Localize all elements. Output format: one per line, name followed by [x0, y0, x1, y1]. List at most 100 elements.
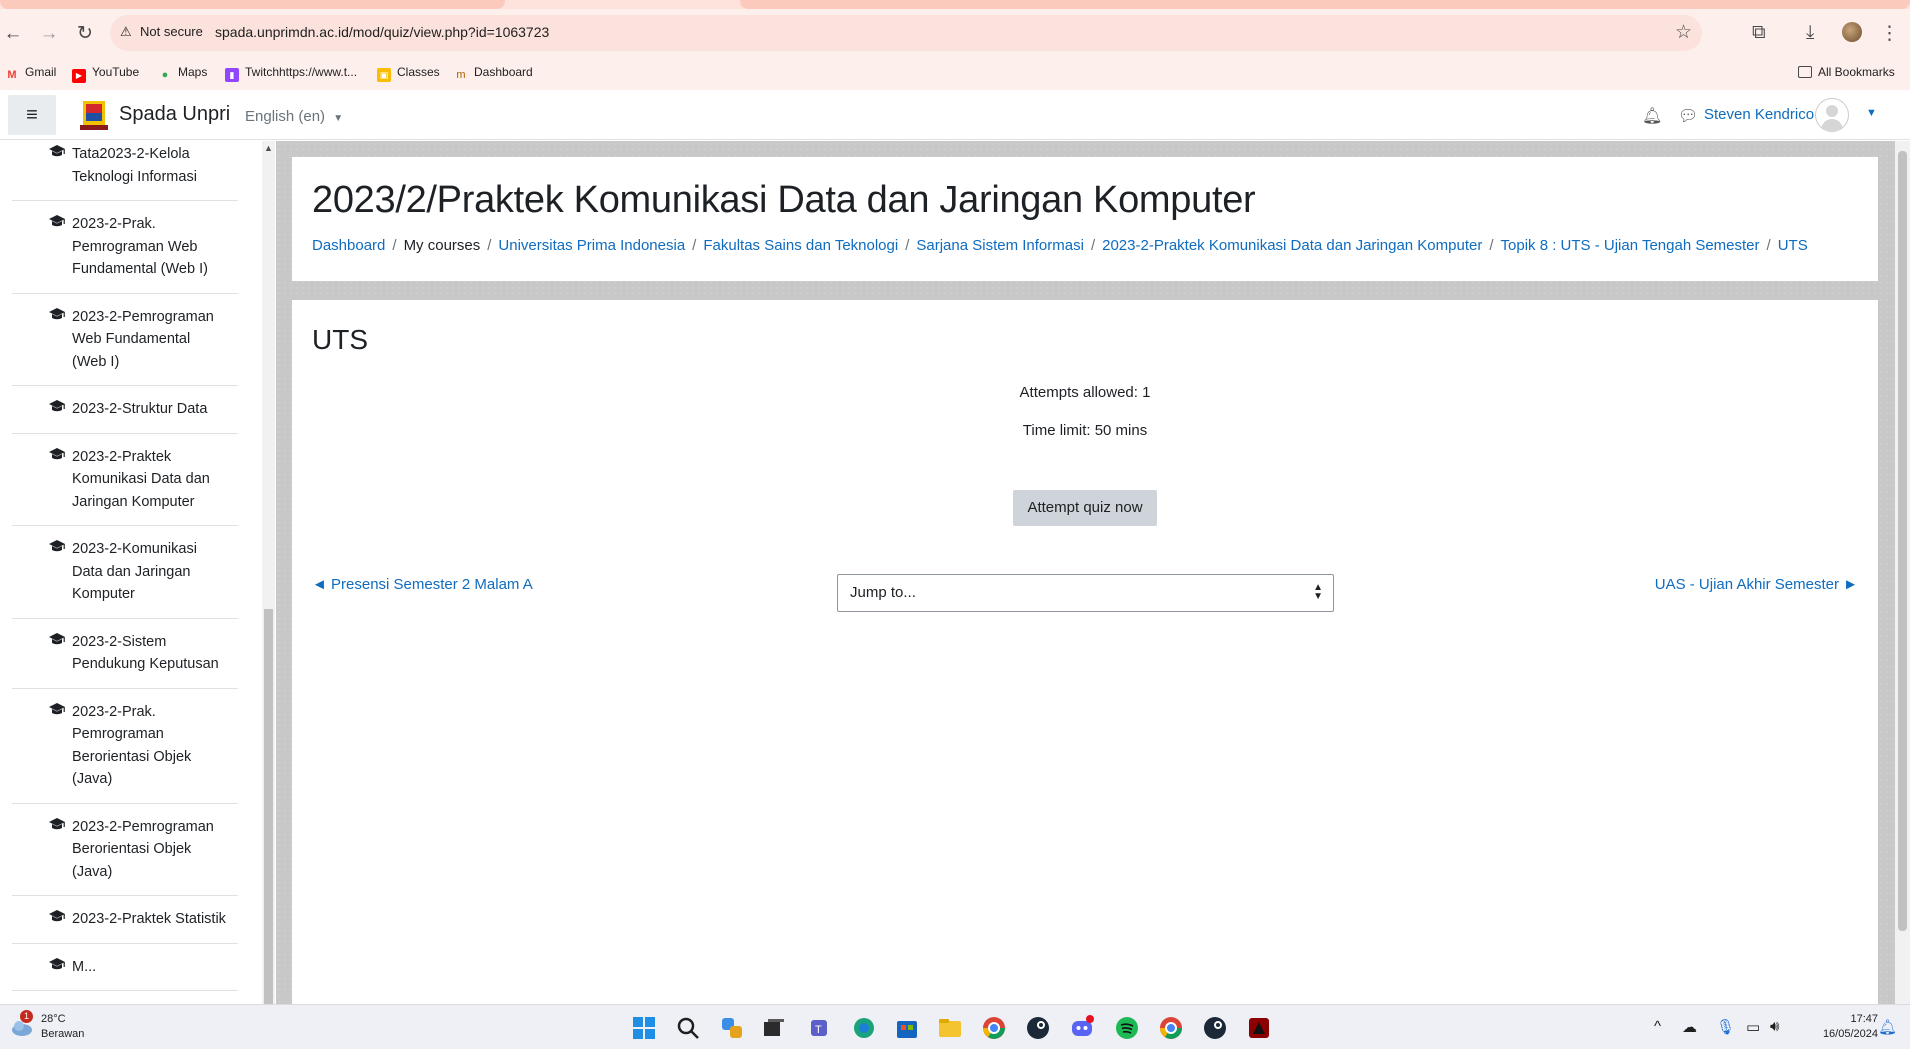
bookmark-youtube[interactable]: ▶ YouTube	[72, 65, 139, 83]
breadcrumb-item[interactable]: Dashboard	[312, 237, 385, 254]
breadcrumb-item[interactable]: Sarjana Sistem Informasi	[916, 237, 1084, 254]
clock-date[interactable]: 16/05/2024	[1806, 1028, 1878, 1040]
user-avatar[interactable]	[1815, 98, 1849, 132]
bookmark-twitch[interactable]: ▮ Twitchhttps://www.t...	[225, 65, 357, 82]
graduation-cap-icon	[49, 632, 65, 644]
scroll-up-icon[interactable]: ▲	[264, 143, 273, 153]
course-list-item[interactable]: 2023-2-Prak. Pemrograman Berorientasi Ob…	[12, 689, 238, 804]
notification-bell-icon[interactable]: 🔔︎	[1642, 106, 1662, 126]
edge-icon[interactable]	[850, 1014, 878, 1042]
breadcrumb-item[interactable]: Fakultas Sains dan Teknologi	[703, 237, 898, 254]
graduation-cap-icon	[49, 307, 65, 319]
network-icon[interactable]: ▭	[1746, 1018, 1760, 1036]
language-menu[interactable]: English (en) ▼	[245, 108, 343, 125]
discord-icon[interactable]	[1068, 1014, 1096, 1042]
browser-tab[interactable]	[0, 0, 505, 9]
steam-icon[interactable]	[1024, 1014, 1052, 1042]
attempt-quiz-button[interactable]: Attempt quiz now	[1013, 490, 1157, 526]
graduation-cap-icon	[49, 215, 65, 227]
microphone-icon[interactable]: 🎙︎	[1716, 1018, 1735, 1036]
course-list-item[interactable]: Tata2023-2-Kelola Teknologi Informasi	[12, 141, 238, 201]
next-activity-link[interactable]: UAS - Ujian Akhir Semester ►	[1655, 576, 1858, 593]
back-icon[interactable]: ←	[0, 21, 26, 47]
breadcrumb-item[interactable]: Topik 8 : UTS - Ujian Tengah Semester	[1501, 237, 1760, 254]
breadcrumb-separator: /	[1766, 237, 1771, 254]
course-list-item[interactable]: 2023-2-Komunikasi Data dan Jaringan Komp…	[12, 526, 238, 619]
notifications-bell-icon[interactable]: 🔔︎	[1878, 1018, 1897, 1036]
course-list-item[interactable]: 2023-2-Pemrograman Berorientasi Objek (J…	[12, 804, 238, 896]
page-scrollbar[interactable]	[1895, 141, 1910, 1004]
course-name: Tata2023-2-Kelola Teknologi Informasi	[72, 146, 197, 185]
jump-to-value: Jump to...	[850, 584, 916, 601]
not-secure-label[interactable]: Not secure	[140, 24, 203, 39]
address-bar[interactable]: ⚠ Not secure spada.unprimdn.ac.id/mod/qu…	[110, 15, 1702, 51]
course-list-item[interactable]: 2023-2-Struktur Data	[12, 386, 238, 434]
profile-avatar[interactable]	[1842, 22, 1862, 42]
drawer-toggle-button[interactable]: ≡	[8, 95, 56, 135]
course-name: 2023-2-Prak. Pemrograman Berorientasi Ob…	[72, 703, 192, 788]
file-explorer-icon[interactable]	[936, 1014, 964, 1042]
course-list-item[interactable]: 2023-2-Prak. Pemrograman Web Fundamental…	[12, 201, 238, 294]
course-list-item[interactable]: M...	[12, 944, 238, 991]
volume-icon[interactable]: 🔊︎	[1770, 1018, 1779, 1035]
chrome-icon[interactable]	[980, 1014, 1008, 1042]
menu-dots-icon[interactable]: ⋮	[1880, 22, 1899, 45]
steam-running-icon[interactable]	[1201, 1014, 1229, 1042]
all-bookmarks[interactable]: All Bookmarks	[1798, 65, 1895, 79]
user-name[interactable]: Steven Kendrico	[1704, 106, 1814, 123]
youtube-icon: ▶	[72, 69, 86, 83]
bookmark-classes[interactable]: ▣ Classes	[377, 65, 440, 82]
course-name: 2023-2-Sistem Pendukung Keputusan	[72, 633, 219, 673]
chrome-profile-icon[interactable]	[1157, 1014, 1185, 1042]
page-scroll-thumb[interactable]	[1898, 151, 1907, 931]
browser-tab[interactable]	[740, 0, 1910, 9]
spotify-icon[interactable]	[1113, 1014, 1141, 1042]
url-text[interactable]: spada.unprimdn.ac.id/mod/quiz/view.php?i…	[215, 24, 549, 40]
site-logo[interactable]	[78, 99, 110, 131]
course-list-item[interactable]: 2023-2-Pemrograman Web Fundamental (Web …	[12, 294, 238, 386]
warning-icon[interactable]: ⚠	[120, 24, 132, 40]
drawer-scroll-thumb[interactable]	[264, 609, 273, 1004]
download-icon[interactable]: ⤓	[1806, 22, 1814, 44]
breadcrumb-item[interactable]: Universitas Prima Indonesia	[498, 237, 685, 254]
breadcrumb-item[interactable]: UTS	[1778, 237, 1808, 254]
messages-icon[interactable]: 💬︎	[1678, 106, 1698, 126]
forward-icon[interactable]: →	[36, 21, 62, 47]
jump-to-select[interactable]: Jump to... ▲ ▼	[837, 574, 1334, 612]
onedrive-icon[interactable]: ☁	[1682, 1018, 1697, 1036]
language-label: English (en)	[245, 108, 326, 125]
bookmark-star-icon[interactable]: ☆	[1675, 21, 1692, 44]
maps-icon: ●	[161, 69, 169, 81]
weather-description[interactable]: Berawan	[41, 1028, 84, 1040]
attempts-allowed: Attempts allowed: 1	[1019, 384, 1151, 401]
copilot-icon[interactable]	[718, 1014, 746, 1042]
extensions-icon[interactable]: ⧉	[1752, 22, 1766, 44]
course-list-item[interactable]: 2023-2-Sistem Pendukung Keputusan	[12, 619, 238, 689]
bookmark-maps[interactable]: ● Maps	[158, 65, 208, 82]
clock-time[interactable]: 17:47	[1838, 1013, 1878, 1025]
drawer-scrollbar[interactable]: ▲	[262, 141, 275, 1004]
course-name: 2023-2-Struktur Data	[72, 401, 208, 417]
course-list-item[interactable]: 2023-2-Praktek Statistik	[12, 896, 238, 944]
previous-activity-link[interactable]: ◄ Presensi Semester 2 Malam A	[312, 576, 533, 593]
site-name[interactable]: Spada Unpri	[119, 103, 230, 126]
quiz-region: UTS Attempts allowed: 1 Time limit: 50 m…	[292, 300, 1878, 1004]
task-view-icon[interactable]	[760, 1014, 788, 1042]
user-menu-caret-icon[interactable]: ▼	[1866, 107, 1877, 119]
course-list-item[interactable]: 2023-2-Praktek Komunikasi Data dan Jarin…	[12, 434, 238, 526]
teams-icon[interactable]: T	[806, 1014, 834, 1042]
course-name: 2023-2-Prak. Pemrograman Web Fundamental…	[72, 216, 208, 277]
chevron-up-icon[interactable]: ^	[1654, 1018, 1661, 1035]
weather-temperature[interactable]: 28°C	[41, 1013, 66, 1025]
bookmark-dashboard[interactable]: m Dashboard	[454, 65, 532, 82]
bookmark-gmail[interactable]: M Gmail	[5, 65, 56, 82]
breadcrumb-separator: /	[692, 237, 697, 254]
page-header: 2023/2/Praktek Komunikasi Data dan Jarin…	[292, 157, 1878, 281]
search-icon[interactable]	[674, 1014, 702, 1042]
store-icon[interactable]	[893, 1014, 921, 1042]
breadcrumb-item[interactable]: 2023-2-Praktek Komunikasi Data dan Jarin…	[1102, 237, 1482, 254]
reload-icon[interactable]: ↻	[72, 21, 98, 47]
caret-down-icon: ▼	[333, 113, 344, 124]
game-app-icon[interactable]	[1245, 1014, 1273, 1042]
windows-start-icon[interactable]	[630, 1014, 658, 1042]
